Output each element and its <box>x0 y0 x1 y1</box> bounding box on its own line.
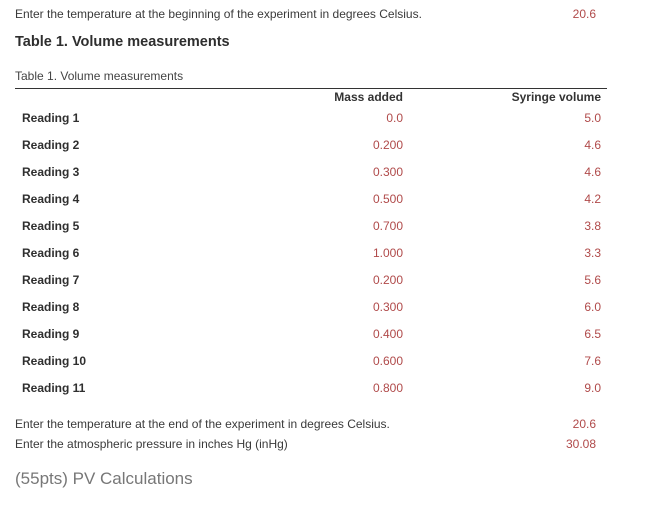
reading-label: Reading 7 <box>22 273 80 287</box>
syringe-volume-value[interactable]: 4.2 <box>403 186 607 213</box>
reading-label: Reading 9 <box>22 327 80 341</box>
table-row: Reading 9 0.400 6.5 <box>15 321 607 348</box>
mass-added-value[interactable]: 0.200 <box>275 132 403 159</box>
section-heading: Table 1. Volume measurements <box>15 34 230 50</box>
mass-added-value[interactable]: 0.800 <box>275 375 403 402</box>
mass-added-value[interactable]: 0.200 <box>275 267 403 294</box>
atmospheric-pressure-value[interactable]: 30.08 <box>566 436 596 452</box>
table-row: Reading 1 0.0 5.0 <box>15 105 607 132</box>
header-syringe-volume: Syringe volume <box>511 90 601 104</box>
table-row: Reading 11 0.800 9.0 <box>15 375 607 402</box>
syringe-volume-value[interactable]: 5.0 <box>403 105 607 132</box>
table-row: Reading 2 0.200 4.6 <box>15 132 607 159</box>
mass-added-value[interactable]: 1.000 <box>275 240 403 267</box>
table-header-row: Mass added Syringe volume <box>15 89 607 105</box>
table-row: Reading 7 0.200 5.6 <box>15 267 607 294</box>
mass-added-value[interactable]: 0.300 <box>275 159 403 186</box>
table-row: Reading 8 0.300 6.0 <box>15 294 607 321</box>
table-row: Reading 4 0.500 4.2 <box>15 186 607 213</box>
reading-label: Reading 6 <box>22 246 80 260</box>
syringe-volume-value[interactable]: 4.6 <box>403 132 607 159</box>
table-row: Reading 6 1.000 3.3 <box>15 240 607 267</box>
start-temperature-label: Enter the temperature at the beginning o… <box>15 7 422 21</box>
atmospheric-pressure-label: Enter the atmospheric pressure in inches… <box>15 437 288 451</box>
mass-added-value[interactable]: 0.300 <box>275 294 403 321</box>
end-temperature-label: Enter the temperature at the end of the … <box>15 417 390 431</box>
table-row: Reading 5 0.700 3.8 <box>15 213 607 240</box>
mass-added-value[interactable]: 0.0 <box>275 105 403 132</box>
syringe-volume-value[interactable]: 6.5 <box>403 321 607 348</box>
reading-label: Reading 11 <box>22 381 86 395</box>
syringe-volume-value[interactable]: 3.8 <box>403 213 607 240</box>
mass-added-value[interactable]: 0.400 <box>275 321 403 348</box>
syringe-volume-value[interactable]: 7.6 <box>403 348 607 375</box>
reading-label: Reading 5 <box>22 219 80 233</box>
reading-label: Reading 3 <box>22 165 80 179</box>
end-temperature-field: Enter the temperature at the end of the … <box>15 416 596 432</box>
syringe-volume-value[interactable]: 6.0 <box>403 294 607 321</box>
table-body: Reading 1 0.0 5.0 Reading 2 0.200 4.6 Reading … <box>15 105 607 402</box>
header-label <box>15 89 275 105</box>
reading-label: Reading 2 <box>22 138 80 152</box>
atmospheric-pressure-field: Enter the atmospheric pressure in inches… <box>15 436 596 452</box>
pv-calculations-heading: (55pts) PV Calculations <box>15 469 193 488</box>
volume-measurements-table: Mass added Syringe volume Reading 1 0.0 5.… <box>15 88 607 402</box>
table-caption: Table 1. Volume measurements <box>15 69 184 83</box>
reading-label: Reading 10 <box>22 354 87 368</box>
mass-added-value[interactable]: 0.500 <box>275 186 403 213</box>
syringe-volume-value[interactable]: 4.6 <box>403 159 607 186</box>
table-row: Reading 3 0.300 4.6 <box>15 159 607 186</box>
reading-label: Reading 8 <box>22 300 80 314</box>
syringe-volume-value[interactable]: 5.6 <box>403 267 607 294</box>
reading-label: Reading 1 <box>22 111 80 125</box>
table-row: Reading 10 0.600 7.6 <box>15 348 607 375</box>
syringe-volume-value[interactable]: 3.3 <box>403 240 607 267</box>
start-temperature-field: Enter the temperature at the beginning o… <box>15 6 596 22</box>
end-temperature-value[interactable]: 20.6 <box>573 416 596 432</box>
mass-added-value[interactable]: 0.600 <box>275 348 403 375</box>
reading-label: Reading 4 <box>22 192 80 206</box>
start-temperature-value[interactable]: 20.6 <box>573 6 596 22</box>
mass-added-value[interactable]: 0.700 <box>275 213 403 240</box>
header-mass-added: Mass added <box>334 90 403 104</box>
syringe-volume-value[interactable]: 9.0 <box>403 375 607 402</box>
